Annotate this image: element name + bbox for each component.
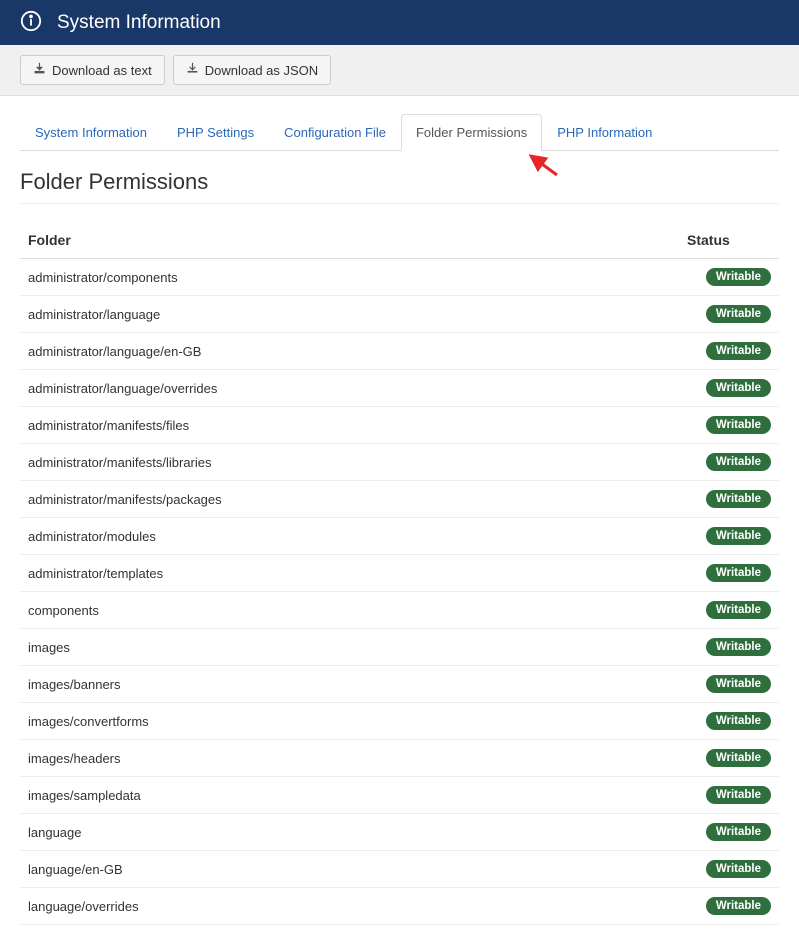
tab-configuration-file[interactable]: Configuration File <box>269 114 401 151</box>
status-badge: Writable <box>706 527 771 545</box>
toolbar: Download as text Download as JSON <box>0 45 799 96</box>
status-badge: Writable <box>706 416 771 434</box>
table-row: language/en-GB Writable <box>20 851 779 888</box>
status-badge: Writable <box>706 268 771 286</box>
table-row: images Writable <box>20 629 779 666</box>
tab-system-information[interactable]: System Information <box>20 114 162 151</box>
status-cell: Writable <box>679 703 779 740</box>
folder-cell: language/overrides <box>20 888 679 925</box>
status-badge: Writable <box>706 453 771 471</box>
annotation-arrow <box>525 152 559 180</box>
table-row: administrator/language/en-GB Writable <box>20 333 779 370</box>
table-row: images/sampledata Writable <box>20 777 779 814</box>
status-cell: Writable <box>679 370 779 407</box>
title-divider <box>20 203 779 204</box>
folder-cell: images/banners <box>20 666 679 703</box>
table-row: images/convertforms Writable <box>20 703 779 740</box>
status-cell: Writable <box>679 777 779 814</box>
tab-folder-permissions[interactable]: Folder Permissions <box>401 114 542 151</box>
download-text-label: Download as text <box>52 63 152 78</box>
folder-cell: administrator/templates <box>20 555 679 592</box>
status-cell: Writable <box>679 592 779 629</box>
download-icon <box>186 62 199 78</box>
tab-php-settings[interactable]: PHP Settings <box>162 114 269 151</box>
status-badge: Writable <box>706 786 771 804</box>
status-badge: Writable <box>706 712 771 730</box>
table-header-row: Folder Status <box>20 222 779 259</box>
table-row: components Writable <box>20 592 779 629</box>
table-row: administrator/components Writable <box>20 259 779 296</box>
col-status: Status <box>679 222 779 259</box>
status-badge: Writable <box>706 379 771 397</box>
col-folder: Folder <box>20 222 679 259</box>
status-cell: Writable <box>679 851 779 888</box>
permissions-table: Folder Status administrator/components Wr… <box>20 222 779 925</box>
content: Folder Permissions Folder Status adminis… <box>0 151 799 943</box>
table-row: administrator/language/overrides Writable <box>20 370 779 407</box>
folder-cell: administrator/modules <box>20 518 679 555</box>
folder-cell: language/en-GB <box>20 851 679 888</box>
tab-php-information[interactable]: PHP Information <box>542 114 667 151</box>
status-badge: Writable <box>706 638 771 656</box>
status-cell: Writable <box>679 407 779 444</box>
download-icon <box>33 62 46 78</box>
folder-cell: images/headers <box>20 740 679 777</box>
folder-cell: administrator/manifests/libraries <box>20 444 679 481</box>
folder-cell: images/sampledata <box>20 777 679 814</box>
table-row: language Writable <box>20 814 779 851</box>
info-icon <box>20 10 42 35</box>
status-cell: Writable <box>679 296 779 333</box>
folder-cell: administrator/manifests/files <box>20 407 679 444</box>
table-row: administrator/modules Writable <box>20 518 779 555</box>
folder-cell: administrator/language/overrides <box>20 370 679 407</box>
tabs-container: System InformationPHP SettingsConfigurat… <box>0 114 799 151</box>
status-badge: Writable <box>706 342 771 360</box>
status-cell: Writable <box>679 518 779 555</box>
status-badge: Writable <box>706 675 771 693</box>
table-row: administrator/manifests/files Writable <box>20 407 779 444</box>
status-cell: Writable <box>679 481 779 518</box>
status-badge: Writable <box>706 564 771 582</box>
status-badge: Writable <box>706 823 771 841</box>
status-badge: Writable <box>706 305 771 323</box>
status-cell: Writable <box>679 629 779 666</box>
table-row: images/headers Writable <box>20 740 779 777</box>
table-row: language/overrides Writable <box>20 888 779 925</box>
folder-cell: images/convertforms <box>20 703 679 740</box>
tabs: System InformationPHP SettingsConfigurat… <box>20 114 779 151</box>
status-badge: Writable <box>706 897 771 915</box>
status-badge: Writable <box>706 860 771 878</box>
status-cell: Writable <box>679 444 779 481</box>
status-cell: Writable <box>679 666 779 703</box>
page-header: System Information <box>0 0 799 45</box>
status-badge: Writable <box>706 601 771 619</box>
folder-cell: administrator/manifests/packages <box>20 481 679 518</box>
download-json-label: Download as JSON <box>205 63 318 78</box>
status-cell: Writable <box>679 814 779 851</box>
status-badge: Writable <box>706 749 771 767</box>
download-text-button[interactable]: Download as text <box>20 55 165 85</box>
table-row: administrator/manifests/packages Writable <box>20 481 779 518</box>
status-badge: Writable <box>706 490 771 508</box>
header-title: System Information <box>57 12 221 34</box>
page-title: Folder Permissions <box>20 169 779 195</box>
download-json-button[interactable]: Download as JSON <box>173 55 331 85</box>
folder-cell: images <box>20 629 679 666</box>
status-cell: Writable <box>679 555 779 592</box>
table-row: administrator/manifests/libraries Writabl… <box>20 444 779 481</box>
table-row: images/banners Writable <box>20 666 779 703</box>
folder-cell: administrator/language <box>20 296 679 333</box>
folder-cell: administrator/components <box>20 259 679 296</box>
table-row: administrator/language Writable <box>20 296 779 333</box>
folder-cell: administrator/language/en-GB <box>20 333 679 370</box>
table-row: administrator/templates Writable <box>20 555 779 592</box>
status-cell: Writable <box>679 888 779 925</box>
status-cell: Writable <box>679 740 779 777</box>
folder-cell: language <box>20 814 679 851</box>
folder-cell: components <box>20 592 679 629</box>
status-cell: Writable <box>679 333 779 370</box>
status-cell: Writable <box>679 259 779 296</box>
